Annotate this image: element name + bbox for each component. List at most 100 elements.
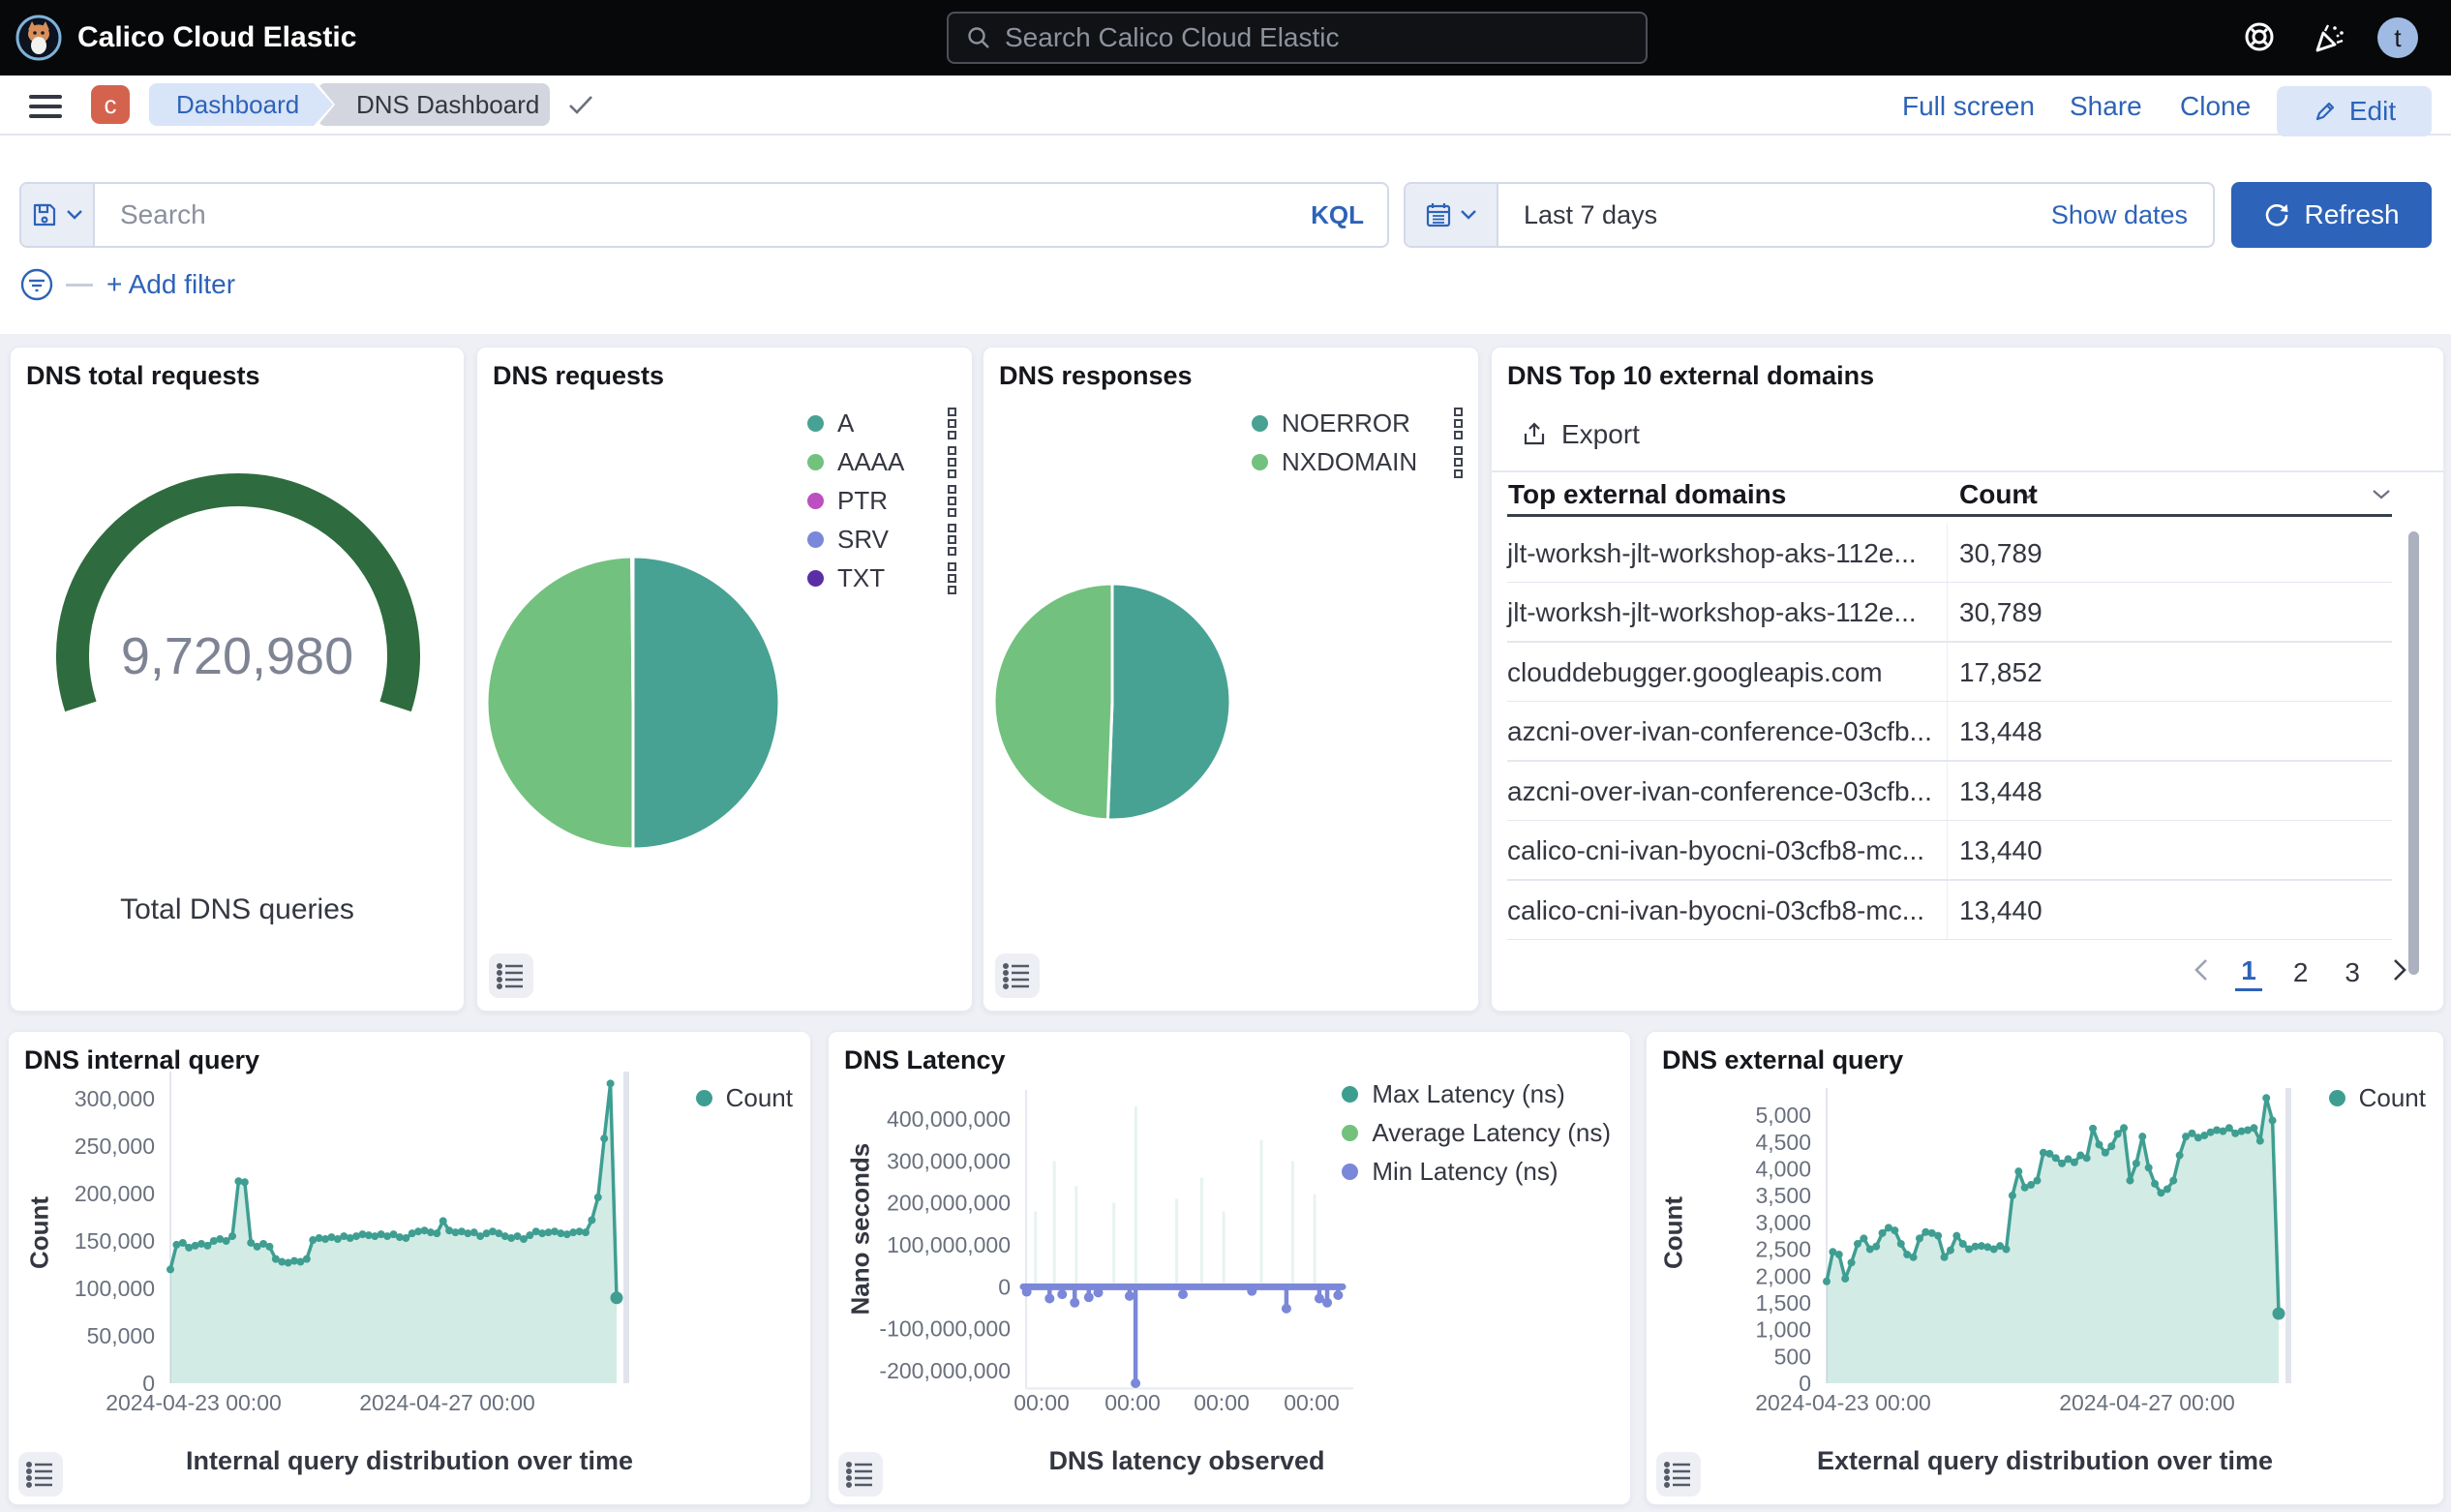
x-axis-title: Internal query distribution over time [9,1446,810,1476]
svg-text:2024-04-23 00:00: 2024-04-23 00:00 [1755,1390,1931,1415]
column-header-count[interactable]: Count [1959,479,2391,510]
prev-page-icon[interactable] [2193,957,2210,987]
domain-cell: jlt-worksh-jlt-workshop-aks-112e... [1507,597,1959,628]
svg-text:400,000,000: 400,000,000 [887,1106,1011,1132]
table-row[interactable]: jlt-worksh-jlt-workshop-aks-112e...30,78… [1507,584,2392,643]
count-cell: 17,852 [1959,657,2042,688]
list-icon [1663,1459,1694,1490]
area-chart[interactable]: 5,0004,5004,0003,5003,0002,5002,0001,500… [1647,1032,2444,1505]
chevron-down-icon [2372,489,2391,500]
refresh-button-label: Refresh [2304,199,2399,230]
page-number[interactable]: 3 [2339,955,2366,990]
divider [1492,470,2443,472]
header-underline [1507,514,2392,517]
refresh-button[interactable]: Refresh [2231,182,2432,248]
x-axis-title: External query distribution over time [1647,1446,2443,1476]
kql-menu-button[interactable]: KQL [1311,200,1387,230]
page-number[interactable]: 1 [2235,953,2262,991]
panel-dns-requests: DNS requests AAAAAPTRSRVTXT [476,347,973,1012]
filter-icon[interactable] [19,267,54,302]
legend-toggle-button[interactable] [489,953,533,998]
share-button[interactable]: Share [2070,91,2142,122]
full-screen-button[interactable]: Full screen [1902,91,2035,122]
domain-cell: calico-cni-ivan-byocni-03cfb8-mc... [1507,895,1959,926]
svg-text:2024-04-27 00:00: 2024-04-27 00:00 [2059,1390,2235,1415]
date-picker: Last 7 days Show dates [1404,182,2215,248]
edit-button-label: Edit [2349,96,2396,127]
menu-icon[interactable] [29,95,62,118]
svg-text:00:00: 00:00 [1194,1390,1250,1415]
pie-chart[interactable] [477,348,973,1012]
table-row[interactable]: azcni-over-ivan-conference-03cfb...13,44… [1507,703,2392,762]
legend-toggle-button[interactable] [18,1452,63,1497]
calico-logo[interactable] [15,15,62,61]
pencil-icon [2313,99,2338,124]
whats-new-icon[interactable] [2312,19,2348,56]
table-row[interactable]: azcni-over-ivan-conference-03cfb...13,44… [1507,762,2392,821]
save-icon [31,201,58,228]
show-dates-button[interactable]: Show dates [2051,200,2213,230]
global-search[interactable] [947,12,1648,64]
time-range-value[interactable]: Last 7 days [1498,200,2051,230]
date-quick-menu[interactable] [1406,184,1498,246]
table-row[interactable]: calico-cni-ivan-byocni-03cfb8-mc...13,44… [1507,881,2392,940]
export-icon [1521,421,1548,448]
nav-bar: c Dashboard DNS Dashboard Full screen Sh… [0,76,2451,136]
svg-text:50,000: 50,000 [87,1323,155,1348]
svg-text:300,000,000: 300,000,000 [887,1148,1011,1173]
row-separator [1507,939,2392,941]
global-search-input[interactable] [1005,22,1586,53]
saved-query-menu[interactable] [21,184,95,246]
svg-text:150,000: 150,000 [75,1228,155,1254]
user-avatar[interactable]: t [2377,17,2418,58]
query-bar: KQL [19,182,1389,248]
breadcrumb-current: DNS Dashboard [318,83,550,126]
table-row[interactable]: jlt-worksh-jlt-workshop-aks-112e...30,78… [1507,524,2392,583]
panel-dns-latency: DNS Latency Max Latency (ns)Average Late… [828,1031,1631,1505]
domain-cell: azcni-over-ivan-conference-03cfb... [1507,716,1959,747]
pagination: 123 [2193,953,2408,991]
legend-toggle-button[interactable] [838,1452,883,1497]
list-icon [845,1459,876,1490]
list-icon [25,1459,56,1490]
svg-text:300,000: 300,000 [75,1086,155,1111]
area-chart[interactable]: 300,000 250,000 200,000 150,000 100,000 50,00… [9,1032,811,1505]
panel-dns-internal-query: DNS internal query Count Count 300,00025… [8,1031,811,1505]
add-filter-button[interactable]: + Add filter [106,269,235,300]
svg-text:4,500: 4,500 [1755,1130,1811,1155]
space-badge[interactable]: c [91,85,130,124]
legend-toggle-button[interactable] [1656,1452,1701,1497]
breadcrumb-dashboard[interactable]: Dashboard [149,83,333,126]
divider [66,284,93,287]
table-row[interactable]: clouddebugger.googleapis.com17,852 [1507,643,2392,702]
svg-text:0: 0 [998,1274,1011,1299]
refresh-icon [2263,201,2290,228]
export-button[interactable]: Export [1521,419,1640,450]
line-chart[interactable]: 400,000,000300,000,000200,000,000100,000… [829,1032,1631,1505]
legend-toggle-button[interactable] [995,953,1040,998]
help-icon[interactable] [2242,19,2277,54]
kql-search-input[interactable] [95,199,1311,230]
gauge-value: 9,720,980 [11,626,464,686]
svg-text:3,000: 3,000 [1755,1210,1811,1235]
dashboard-grid: DNS total requests 9,720,980 Total DNS q… [0,334,2451,1512]
pie-chart[interactable] [983,348,1479,1012]
filter-row: + Add filter [19,263,235,306]
svg-text:100,000,000: 100,000,000 [887,1232,1011,1257]
panel-title: DNS Top 10 external domains [1507,361,1874,391]
table-row[interactable]: calico-cni-ivan-byocni-03cfb8-mc...13,44… [1507,822,2392,881]
edit-button[interactable]: Edit [2277,86,2432,136]
check-icon[interactable] [567,93,594,116]
app-title: Calico Cloud Elastic [77,21,356,54]
page-number[interactable]: 2 [2287,955,2315,990]
clone-button[interactable]: Clone [2180,91,2251,122]
top-app-bar: Calico Cloud Elastic t [0,0,2451,76]
svg-text:250,000: 250,000 [75,1134,155,1159]
table-scrollbar[interactable] [2408,531,2419,975]
svg-text:200,000: 200,000 [75,1181,155,1206]
next-page-icon[interactable] [2391,957,2408,987]
count-cell: 30,789 [1959,597,2042,628]
svg-text:100,000: 100,000 [75,1276,155,1301]
count-cell: 13,448 [1959,776,2042,807]
domain-cell: calico-cni-ivan-byocni-03cfb8-mc... [1507,835,1959,866]
